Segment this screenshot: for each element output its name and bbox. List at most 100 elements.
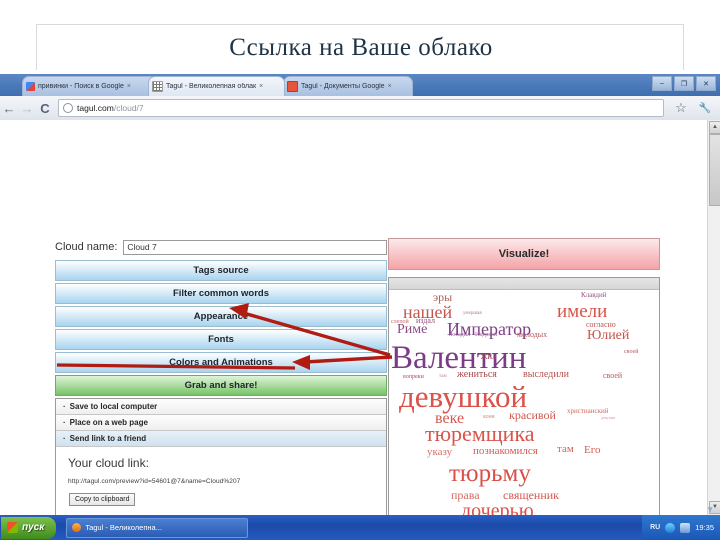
word-cloud-word: выследили — [523, 369, 569, 380]
bookmark-star-icon[interactable]: ☆ — [672, 100, 690, 116]
word-cloud-word: молодых — [517, 330, 548, 339]
share-option-save-to-local-computer[interactable]: · Save to local computer — [56, 399, 386, 415]
google-docs-favicon — [287, 81, 298, 92]
copy-to-clipboard-button[interactable]: Copy to clipboard — [69, 493, 136, 506]
word-cloud-word: дочерью — [461, 500, 534, 515]
browser-tab-google-search[interactable]: привинки - Поиск в Google × — [22, 76, 157, 96]
browser-icon — [72, 523, 82, 532]
word-cloud-word: Ицеркви — [475, 332, 498, 338]
word-cloud-word: имели — [557, 301, 608, 322]
word-cloud-word: коня — [483, 414, 495, 420]
cloud-link-heading: Your cloud link: — [68, 456, 149, 470]
cloud-name-row: Cloud name: Cloud 7 — [55, 238, 387, 256]
tab-label: Tagul - Документы Google — [301, 83, 385, 90]
tagul-favicon — [152, 81, 163, 92]
omnibox-right-icons: ☆ 🔧 — [672, 100, 720, 116]
cloud-name-label: Cloud name: — [55, 241, 118, 253]
close-icon[interactable]: × — [259, 83, 263, 90]
windows-taskbar: пуск Tagul - Великолепна... RU 19:35 — [0, 515, 720, 540]
language-indicator[interactable]: RU — [650, 524, 660, 531]
desktop-scroll-arrow-icon: ▼ — [706, 505, 714, 514]
word-cloud-word: Юлией — [587, 328, 630, 343]
start-button[interactable]: пуск — [1, 516, 57, 539]
tab-label: Tagul - Великолепная облак — [166, 83, 257, 90]
word-cloud-word: тюремщика — [425, 421, 535, 446]
word-cloud-canvas[interactable]: эры Клавдий нашей имели умершая слепой издал Ри… — [389, 289, 659, 515]
word-cloud-word: Риме — [397, 322, 428, 337]
share-option-label: Place on a web page — [69, 418, 148, 427]
url-host: tagul.com — [77, 103, 114, 113]
globe-icon — [63, 103, 73, 113]
share-option-label: Send link to a friend — [69, 434, 147, 443]
slide-title-box: Ссылка на Ваше облако — [36, 24, 684, 70]
tray-network-icon[interactable] — [665, 522, 676, 533]
minimize-button[interactable]: – — [652, 76, 672, 91]
tagul-settings-column: Cloud name: Cloud 7 Tags source Filter c… — [55, 238, 387, 515]
browser-navbar: ← → C tagul.com /cloud/7 ☆ 🔧 — [0, 96, 720, 121]
accordion-tags-source[interactable]: Tags source — [55, 260, 387, 281]
system-tray: RU 19:35 — [642, 515, 720, 540]
wrench-icon[interactable]: 🔧 — [696, 103, 714, 114]
browser-tab-tagul-docs[interactable]: Tagul - Документы Google × — [283, 76, 413, 96]
scroll-up-arrow-icon[interactable]: ▲ — [709, 121, 720, 134]
page-scrollbar[interactable]: ▲ ▼ — [707, 120, 720, 515]
close-icon[interactable]: × — [388, 83, 392, 90]
share-option-label: Save to local computer — [69, 402, 158, 411]
windows-flag-icon — [7, 522, 18, 533]
word-cloud-word: своей — [624, 349, 639, 355]
word-cloud-word: познакомился — [473, 445, 538, 457]
tray-app-icon[interactable] — [680, 522, 691, 533]
google-favicon — [26, 82, 35, 91]
visualize-button[interactable]: Visualize! — [388, 238, 660, 270]
bullet-icon: · — [63, 418, 66, 427]
word-cloud-word: указу — [427, 446, 453, 458]
browser-window: привинки - Поиск в Google × Tagul - Вели… — [0, 74, 720, 515]
word-cloud-word: тюрьму — [449, 460, 531, 487]
bullet-icon: · — [63, 434, 66, 443]
word-cloud-word: Его — [584, 444, 601, 456]
slide-title-band: Ссылка на Ваше облако — [0, 0, 720, 75]
accordion-grab-and-share[interactable]: Grab and share! — [55, 375, 387, 396]
word-cloud-frame: эры Клавдий нашей имели умершая слепой издал Ри… — [388, 277, 660, 515]
share-option-place-on-web-page[interactable]: · Place on a web page — [56, 415, 386, 431]
forward-icon[interactable]: → — [18, 101, 36, 116]
share-option-send-link-to-a-friend[interactable]: · Send link to a friend — [56, 431, 386, 447]
tagul-preview-column: Visualize! эры Клавдий нашей имели умершая сл… — [388, 238, 660, 515]
window-controls: – ❐ ✕ — [652, 76, 716, 91]
reload-icon[interactable]: C — [36, 101, 54, 116]
word-cloud-word: умершая — [463, 311, 482, 316]
grab-and-share-panel: · Save to local computer · Place on a we… — [55, 398, 387, 515]
tab-label: привинки - Поиск в Google — [38, 83, 124, 90]
taskbar-item-label: Tagul - Великолепна... — [85, 523, 162, 532]
word-cloud-word: посадил — [449, 332, 471, 338]
maximize-button[interactable]: ❐ — [674, 76, 694, 91]
page-title: Ссылка на Ваше облако — [229, 34, 493, 61]
word-cloud-word: Клавдий — [581, 291, 607, 299]
close-icon[interactable]: × — [127, 83, 131, 90]
accordion-appearance[interactable]: Appearance — [55, 306, 387, 327]
accordion-fonts[interactable]: Fonts — [55, 329, 387, 350]
close-window-button[interactable]: ✕ — [696, 76, 716, 91]
cloud-link-url[interactable]: http://tagul.com/preview?id=54601@7&name… — [68, 478, 386, 485]
cloud-name-input[interactable]: Cloud 7 — [123, 239, 387, 255]
taskbar-item-tagul[interactable]: Tagul - Великолепна... — [66, 517, 249, 538]
clock: 19:35 — [695, 523, 714, 532]
accordion-colors-and-animations[interactable]: Colors and Animations — [55, 352, 387, 373]
word-cloud-word: своей — [603, 371, 623, 380]
browser-page-content: Cloud name: Cloud 7 Tags source Filter c… — [0, 120, 720, 515]
url-path: /cloud/7 — [113, 103, 144, 113]
address-bar[interactable]: tagul.com /cloud/7 — [58, 99, 664, 117]
page-scrollbar-thumb[interactable] — [709, 134, 720, 206]
accordion-filter-common-words[interactable]: Filter common words — [55, 283, 387, 304]
back-icon[interactable]: ← — [0, 101, 18, 116]
word-cloud-word: девушкой — [399, 379, 528, 414]
word-cloud-word: жил — [481, 351, 497, 361]
start-label: пуск — [22, 522, 45, 533]
browser-tab-tagul-cloud[interactable]: Tagul - Великолепная облак × — [148, 76, 285, 96]
word-cloud-word: красивой — [509, 408, 556, 422]
word-cloud-word: христианский — [567, 407, 609, 415]
word-cloud-word: там — [557, 443, 574, 455]
browser-tabstrip: привинки - Поиск в Google × Tagul - Вели… — [0, 74, 720, 96]
bullet-icon: · — [63, 402, 66, 411]
word-cloud-word: девушка — [601, 415, 616, 420]
